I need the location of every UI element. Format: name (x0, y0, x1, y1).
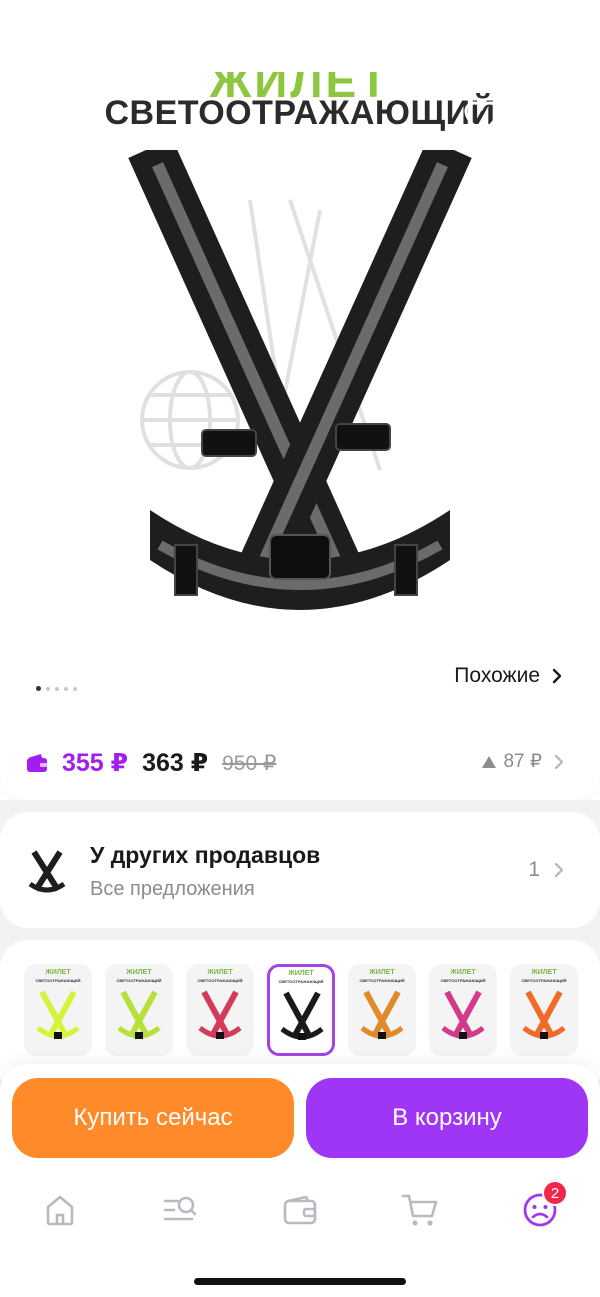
pagination-dot (73, 686, 77, 691)
wallet-price: 355 ₽ (62, 749, 129, 777)
price-history-link[interactable]: 87 ₽ (481, 750, 564, 773)
pagination-dot (64, 686, 68, 691)
variant-thumbnail[interactable]: ЖИЛЕТ СВЕТООТРАЖАЮЩИЙ (267, 964, 335, 1056)
tab-bar: 2 (0, 1174, 600, 1297)
tab-catalog-search[interactable] (158, 1188, 202, 1232)
share-icon (549, 101, 575, 135)
variant-subtitle: СВЕТООТРАЖАЮЩИЙ (197, 978, 243, 983)
catalog-search-icon (163, 1196, 197, 1221)
variant-title: ЖИЛЕТ (288, 970, 314, 977)
other-sellers-title: У других продавцов (90, 842, 321, 868)
tab-profile[interactable]: 2 (518, 1180, 568, 1232)
chevron-right-icon (554, 754, 564, 769)
chevron-left-icon (29, 105, 44, 131)
other-sellers-count: 1 (528, 858, 564, 882)
variant-subtitle: СВЕТООТРАЖАЮЩИЙ (278, 979, 324, 984)
variant-thumbnail[interactable]: ЖИЛЕТ СВЕТООТРАЖАЮЩИЙ (105, 964, 173, 1056)
variant-title: ЖИЛЕТ (45, 969, 71, 976)
other-sellers-card[interactable]: У других продавцов Все предложения 1 (0, 812, 600, 928)
add-to-cart-button[interactable]: В корзину (306, 1078, 588, 1158)
seller-thumbnail (28, 850, 66, 893)
variant-thumbnail[interactable]: ЖИЛЕТ СВЕТООТРАЖАЮЩИЙ (510, 964, 578, 1056)
variant-thumbnail[interactable]: ЖИЛЕТ СВЕТООТРАЖАЮЩИЙ (186, 964, 254, 1056)
back-button[interactable] (14, 94, 62, 142)
variant-subtitle: СВЕТООТРАЖАЮЩИЙ (359, 978, 405, 983)
variant-title: ЖИЛЕТ (531, 969, 557, 976)
home-icon (46, 1195, 74, 1226)
harness-picture (36, 990, 80, 1039)
variant-thumbnail[interactable]: ЖИЛЕТ СВЕТООТРАЖАЮЩИЙ (429, 964, 497, 1056)
variant-subtitle: СВЕТООТРАЖАЮЩИЙ (440, 978, 486, 983)
reflective-harness-picture (128, 150, 472, 610)
tab-wallet[interactable] (278, 1188, 322, 1232)
price-delta: 87 ₽ (503, 751, 542, 772)
cart-icon (401, 1194, 438, 1226)
gallery-pagination (36, 686, 77, 691)
price-row: 355 ₽ 363 ₽ 950 ₽ (26, 748, 276, 778)
variant-title: ЖИЛЕТ (369, 969, 395, 976)
chevron-right-icon (552, 668, 562, 684)
variant-title: ЖИЛЕТ (207, 969, 233, 976)
variant-thumbnail[interactable]: ЖИЛЕТ СВЕТООТРАЖАЮЩИЙ (24, 964, 92, 1056)
tab-home[interactable] (38, 1188, 82, 1232)
heart-icon (464, 101, 500, 134)
home-indicator[interactable] (194, 1278, 406, 1285)
chevron-right-icon (554, 862, 564, 878)
wallet-icon (283, 1195, 317, 1225)
variant-selector: ЖИЛЕТ СВЕТООТРАЖАЮЩИЙ ЖИЛЕТ СВЕТООТРАЖАЮЩИЙ… (24, 964, 578, 1056)
favorite-button[interactable] (458, 94, 506, 142)
variant-subtitle: СВЕТООТРАЖАЮЩИЙ (116, 978, 162, 983)
harness-picture (522, 990, 566, 1039)
variant-title: ЖИЛЕТ (450, 969, 476, 976)
cart-badge: 2 (542, 1180, 568, 1206)
variant-subtitle: СВЕТООТРАЖАЮЩИЙ (35, 978, 81, 983)
harness-picture (360, 990, 404, 1039)
variant-subtitle: СВЕТООТРАЖАЮЩИЙ (521, 978, 567, 983)
buy-now-button[interactable]: Купить сейчас (12, 1078, 294, 1158)
product-image[interactable]: ЖИЛЕТ СВЕТООТРАЖАЮЩИЙ (0, 72, 600, 702)
pagination-dot (36, 686, 41, 691)
share-button[interactable] (538, 94, 586, 142)
pagination-dot (55, 686, 59, 691)
triangle-up-icon (482, 755, 497, 768)
pagination-dot (46, 686, 50, 691)
old-price: 950 ₽ (222, 751, 277, 775)
product-image-title: СВЕТООТРАЖАЮЩИЙ (104, 94, 496, 132)
similar-products-link[interactable]: Похожие (454, 664, 562, 688)
harness-picture (280, 991, 324, 1040)
other-sellers-subtitle: Все предложения (90, 878, 255, 900)
tab-cart[interactable] (398, 1188, 442, 1232)
offers-count: 1 (528, 858, 540, 881)
wallet-icon (27, 754, 47, 772)
variant-thumbnail[interactable]: ЖИЛЕТ СВЕТООТРАЖАЮЩИЙ (348, 964, 416, 1056)
similar-label: Похожие (454, 664, 540, 687)
variant-title: ЖИЛЕТ (126, 969, 152, 976)
harness-picture (117, 990, 161, 1039)
harness-picture (441, 990, 485, 1039)
regular-price: 363 ₽ (142, 749, 209, 777)
harness-picture (198, 990, 242, 1039)
